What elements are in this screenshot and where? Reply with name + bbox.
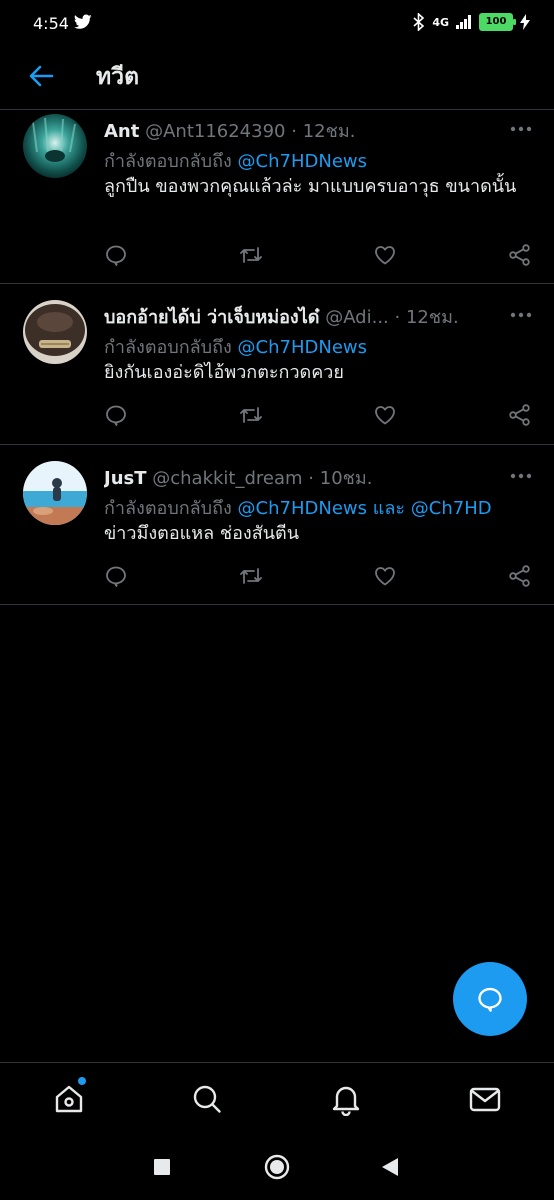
messages-icon[interactable] — [468, 1082, 502, 1116]
replying-to-prefix: กำลังตอบกลับถึง — [104, 337, 232, 358]
author-name[interactable]: Ant — [104, 121, 139, 142]
separator-dot: · — [291, 121, 297, 142]
tweet-item[interactable]: บอกอ้ายได้บ่ ว่าเจ็บหม่องได๋ @Adi... · 1… — [0, 284, 554, 445]
back-triangle-icon[interactable] — [381, 1157, 399, 1177]
tweet-text: ลูกปืน ของพวกคุณแล้วล่ะ มาแบบครบอาวุธ ขน… — [104, 176, 517, 197]
twitter-bird-icon — [74, 14, 92, 30]
bottom-navigation — [0, 1062, 554, 1139]
share-icon[interactable] — [508, 243, 532, 267]
tweet-time: 12ชม. — [405, 307, 459, 328]
author-handle: @chakkit_dream — [152, 468, 303, 489]
tweet-text: ยิงกันเองอ่ะดิไอ้พวกตะกวดควย — [104, 362, 344, 383]
status-time: 4:54 — [33, 14, 69, 33]
separator-dot: · — [394, 307, 401, 328]
more-options-icon[interactable] — [510, 126, 532, 132]
replying-to: กำลังตอบกลับถึง @Ch7HDNews และ @Ch7HD — [104, 493, 534, 522]
back-arrow-icon[interactable] — [28, 63, 54, 89]
retweet-icon[interactable] — [239, 564, 263, 588]
avatar[interactable] — [23, 300, 87, 364]
like-icon[interactable] — [373, 403, 397, 427]
mention-link[interactable]: @Ch7HDNews — [238, 498, 367, 519]
replying-to-prefix: กำลังตอบกลับถึง — [104, 151, 232, 172]
author-name[interactable]: บอกอ้ายได้บ่ ว่าเจ็บหม่องได๋ — [104, 307, 319, 328]
system-navigation-bar — [0, 1138, 554, 1200]
notifications-icon[interactable] — [329, 1082, 363, 1116]
retweet-icon[interactable] — [239, 403, 263, 427]
reply-icon[interactable] — [104, 243, 128, 267]
status-bar: 4:54 4G 100 — [0, 0, 554, 48]
tweet-item[interactable]: Ant @Ant11624390 · 12ชม. กำลังตอบกลับถึง… — [0, 110, 554, 284]
compose-reply-button[interactable] — [453, 962, 527, 1036]
like-icon[interactable] — [373, 564, 397, 588]
tweet-time: 12ชม. — [302, 121, 356, 142]
mention-link[interactable]: @Ch7HDNews — [238, 337, 367, 358]
top-app-bar: ทวีต — [0, 48, 554, 110]
recents-icon[interactable] — [154, 1159, 170, 1175]
avatar[interactable] — [23, 461, 87, 525]
more-options-icon[interactable] — [510, 473, 532, 479]
network-type: 4G — [432, 15, 449, 29]
tweet-text: ข่าวมึงตอแหล ช่องสันตีน — [104, 523, 299, 544]
author-handle: @Ant11624390 — [145, 121, 286, 142]
like-icon[interactable] — [373, 243, 397, 267]
replying-to: กำลังตอบกลับถึง @Ch7HDNews — [104, 146, 534, 175]
search-icon[interactable] — [190, 1082, 224, 1116]
bluetooth-icon — [413, 13, 425, 31]
author-handle: @Adi... — [325, 307, 389, 328]
reply-icon[interactable] — [104, 564, 128, 588]
avatar[interactable] — [23, 114, 87, 178]
battery-indicator: 100 — [479, 13, 516, 31]
home-circle-icon[interactable] — [264, 1154, 290, 1180]
page-title: ทวีต — [96, 64, 140, 90]
share-icon[interactable] — [508, 564, 532, 588]
mention-link[interactable]: @Ch7HDNews — [238, 151, 367, 172]
tweet-item[interactable]: JusT @chakkit_dream · 10ชม. กำลังตอบกลับ… — [0, 445, 554, 605]
reply-icon[interactable] — [104, 403, 128, 427]
separator-dot: · — [308, 468, 315, 489]
mention-link[interactable]: @Ch7HD — [411, 498, 492, 519]
replying-to: กำลังตอบกลับถึง @Ch7HDNews — [104, 332, 534, 361]
more-options-icon[interactable] — [510, 312, 532, 318]
retweet-icon[interactable] — [239, 243, 263, 267]
replying-to-prefix: กำลังตอบกลับถึง — [104, 498, 232, 519]
charging-icon — [520, 14, 530, 30]
signal-icon — [456, 15, 472, 29]
compose-reply-icon — [478, 987, 502, 1012]
share-icon[interactable] — [508, 403, 532, 427]
home-badge-dot — [78, 1077, 86, 1085]
home-icon[interactable] — [52, 1082, 86, 1116]
mention-conjunction: และ — [372, 498, 406, 519]
author-name[interactable]: JusT — [104, 468, 147, 489]
tweet-time: 10ชม. — [319, 468, 373, 489]
